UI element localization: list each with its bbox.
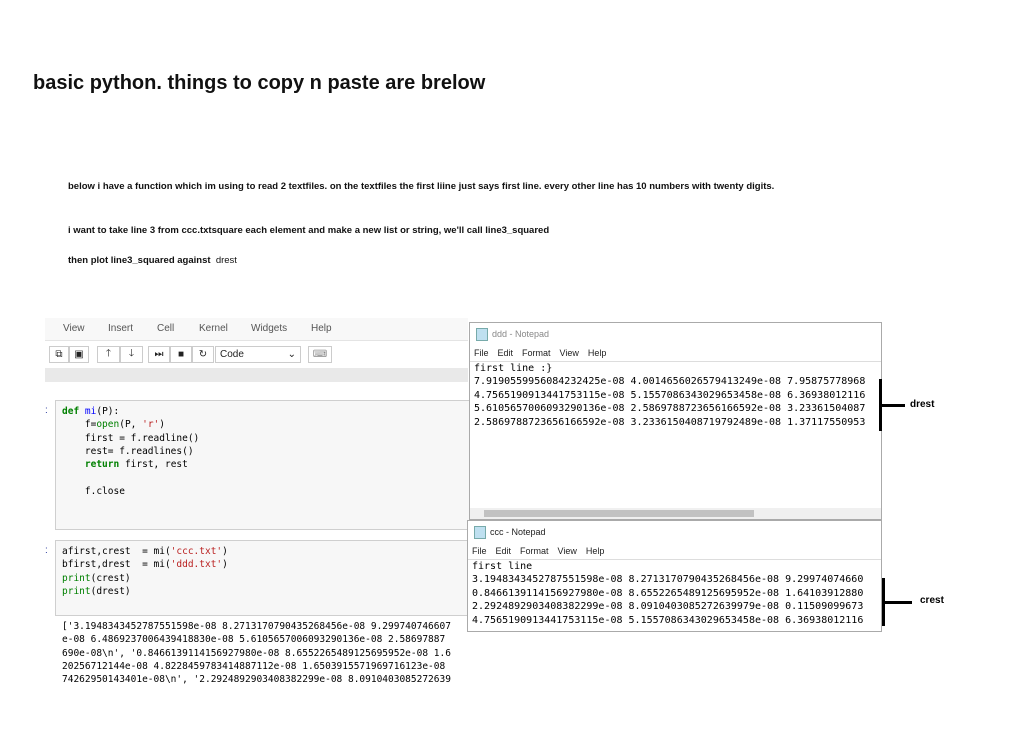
output-line: 20256712144e-08 4.8228459783414887112e-0… <box>62 660 451 672</box>
cell-prompt: : <box>45 545 48 556</box>
menu-help[interactable]: Help <box>586 546 605 556</box>
notepad-icon <box>474 526 486 539</box>
stop-icon[interactable]: ■ <box>170 346 192 363</box>
menu-kernel[interactable]: Kernel <box>199 323 228 334</box>
cell-type-value: Code <box>220 349 244 360</box>
menu-widgets[interactable]: Widgets <box>251 323 287 334</box>
move-down-icon[interactable]: 🡓 <box>120 346 143 363</box>
jupyter-toolbar: ⧉ ▣ 🡑 🡓 ⏭ ■ ↻ Code ⌄ ⌨ <box>45 344 468 366</box>
text-line: 2.5869788723656166592e-08 3.233615040871… <box>474 416 866 428</box>
copy-icon[interactable]: ⧉ <box>49 346 69 363</box>
menu-format[interactable]: Format <box>520 546 549 556</box>
text-line: 5.6105657006093290136e-08 2.586978872365… <box>474 403 866 415</box>
drest-bracket-arm <box>881 404 905 407</box>
notepad-titlebar: ddd - Notepad <box>470 323 881 345</box>
menu-file[interactable]: File <box>472 546 487 556</box>
notepad-titlebar: ccc - Notepad <box>468 521 881 543</box>
text-line: 3.1948343452787551598e-08 8.271317079043… <box>472 574 864 586</box>
text-line: 2.2924892903408382299e-08 8.091040308527… <box>472 601 864 613</box>
text-line: first line :} <box>474 363 553 374</box>
restart-icon[interactable]: ↻ <box>192 346 214 363</box>
notepad-text[interactable]: first line 3.1948343452787551598e-08 8.27… <box>468 559 881 627</box>
menu-view[interactable]: View <box>63 323 85 334</box>
question-text: then plot line3_squared against <box>68 255 211 266</box>
menu-format[interactable]: Format <box>522 348 551 358</box>
menu-help[interactable]: Help <box>588 348 607 358</box>
scrollbar-thumb[interactable] <box>484 510 754 517</box>
drest-annotation: drest <box>910 399 935 410</box>
output-line: ['3.1948343452787551598e-08 8.2713170790… <box>62 621 451 632</box>
toolbar-divider <box>45 368 468 382</box>
window-title: ccc - Notepad <box>490 527 546 537</box>
chevron-down-icon: ⌄ <box>287 349 296 360</box>
cell-output: ['3.1948343452787551598e-08 8.2713170790… <box>62 620 468 692</box>
notepad-icon <box>476 328 488 341</box>
question-paragraph-2: i want to take line 3 from ccc.txtsquare… <box>68 225 550 236</box>
cell-prompt: : <box>45 405 48 416</box>
output-line: 690e-08\n', '0.8466139114156927980e-08 8… <box>62 647 451 659</box>
text-line: 4.7565190913441753115e-08 5.155708634302… <box>474 389 866 401</box>
question-drest: drest <box>215 255 237 266</box>
menu-cell[interactable]: Cell <box>157 323 174 334</box>
menu-insert[interactable]: Insert <box>108 323 133 334</box>
crest-annotation: crest <box>920 595 944 606</box>
output-line: 74262950143401e-08\n', '2.29248929034083… <box>62 674 451 686</box>
notepad-menu: File Edit Format View Help <box>470 345 881 361</box>
text-line: first line <box>472 561 533 572</box>
post-title: basic python. things to copy n paste are… <box>33 72 486 94</box>
paste-icon[interactable]: ▣ <box>69 346 89 363</box>
menu-file[interactable]: File <box>474 348 489 358</box>
question-paragraph-3: then plot line3_squared against drest <box>68 254 848 268</box>
menu-edit[interactable]: Edit <box>496 546 512 556</box>
menu-edit[interactable]: Edit <box>498 348 514 358</box>
jupyter-menubar: View Insert Cell Kernel Widgets Help <box>45 318 468 341</box>
notepad-menu: File Edit Format View Help <box>468 543 881 559</box>
horizontal-scrollbar[interactable] <box>470 508 881 519</box>
run-icon[interactable]: ⏭ <box>148 346 170 363</box>
notepad-text[interactable]: first line :} 7.9190559956084232425e-08 4… <box>470 361 881 492</box>
question-paragraph-1: below i have a function which im using t… <box>68 181 775 192</box>
menu-help[interactable]: Help <box>311 323 332 334</box>
text-line: 0.8466139114156927980e-08 8.655226548912… <box>472 587 864 599</box>
ccc-notepad-window: ccc - Notepad File Edit Format View Help fir… <box>467 520 882 632</box>
keyboard-icon[interactable]: ⌨ <box>308 346 332 363</box>
window-title: ddd - Notepad <box>492 329 550 339</box>
text-line: 7.9190559956084232425e-08 4.001465602657… <box>474 376 866 388</box>
menu-view[interactable]: View <box>558 546 577 556</box>
code-cell-2[interactable]: afirst,crest = mi('ccc.txt') bfirst,dres… <box>55 540 470 616</box>
move-up-icon[interactable]: 🡑 <box>97 346 120 363</box>
output-line: e-08 6.4869237006439418830e-08 5.6105657… <box>62 634 446 646</box>
cell-type-select[interactable]: Code ⌄ <box>215 346 301 363</box>
ddd-notepad-window: ddd - Notepad File Edit Format View Help fir… <box>469 322 882 520</box>
crest-bracket-arm <box>884 601 912 604</box>
text-line: 4.7565190913441753115e-08 5.155708634302… <box>472 614 864 626</box>
code-cell-1[interactable]: def mi(P): f=open(P, 'r') first = f.read… <box>55 400 470 530</box>
menu-view[interactable]: View <box>560 348 579 358</box>
